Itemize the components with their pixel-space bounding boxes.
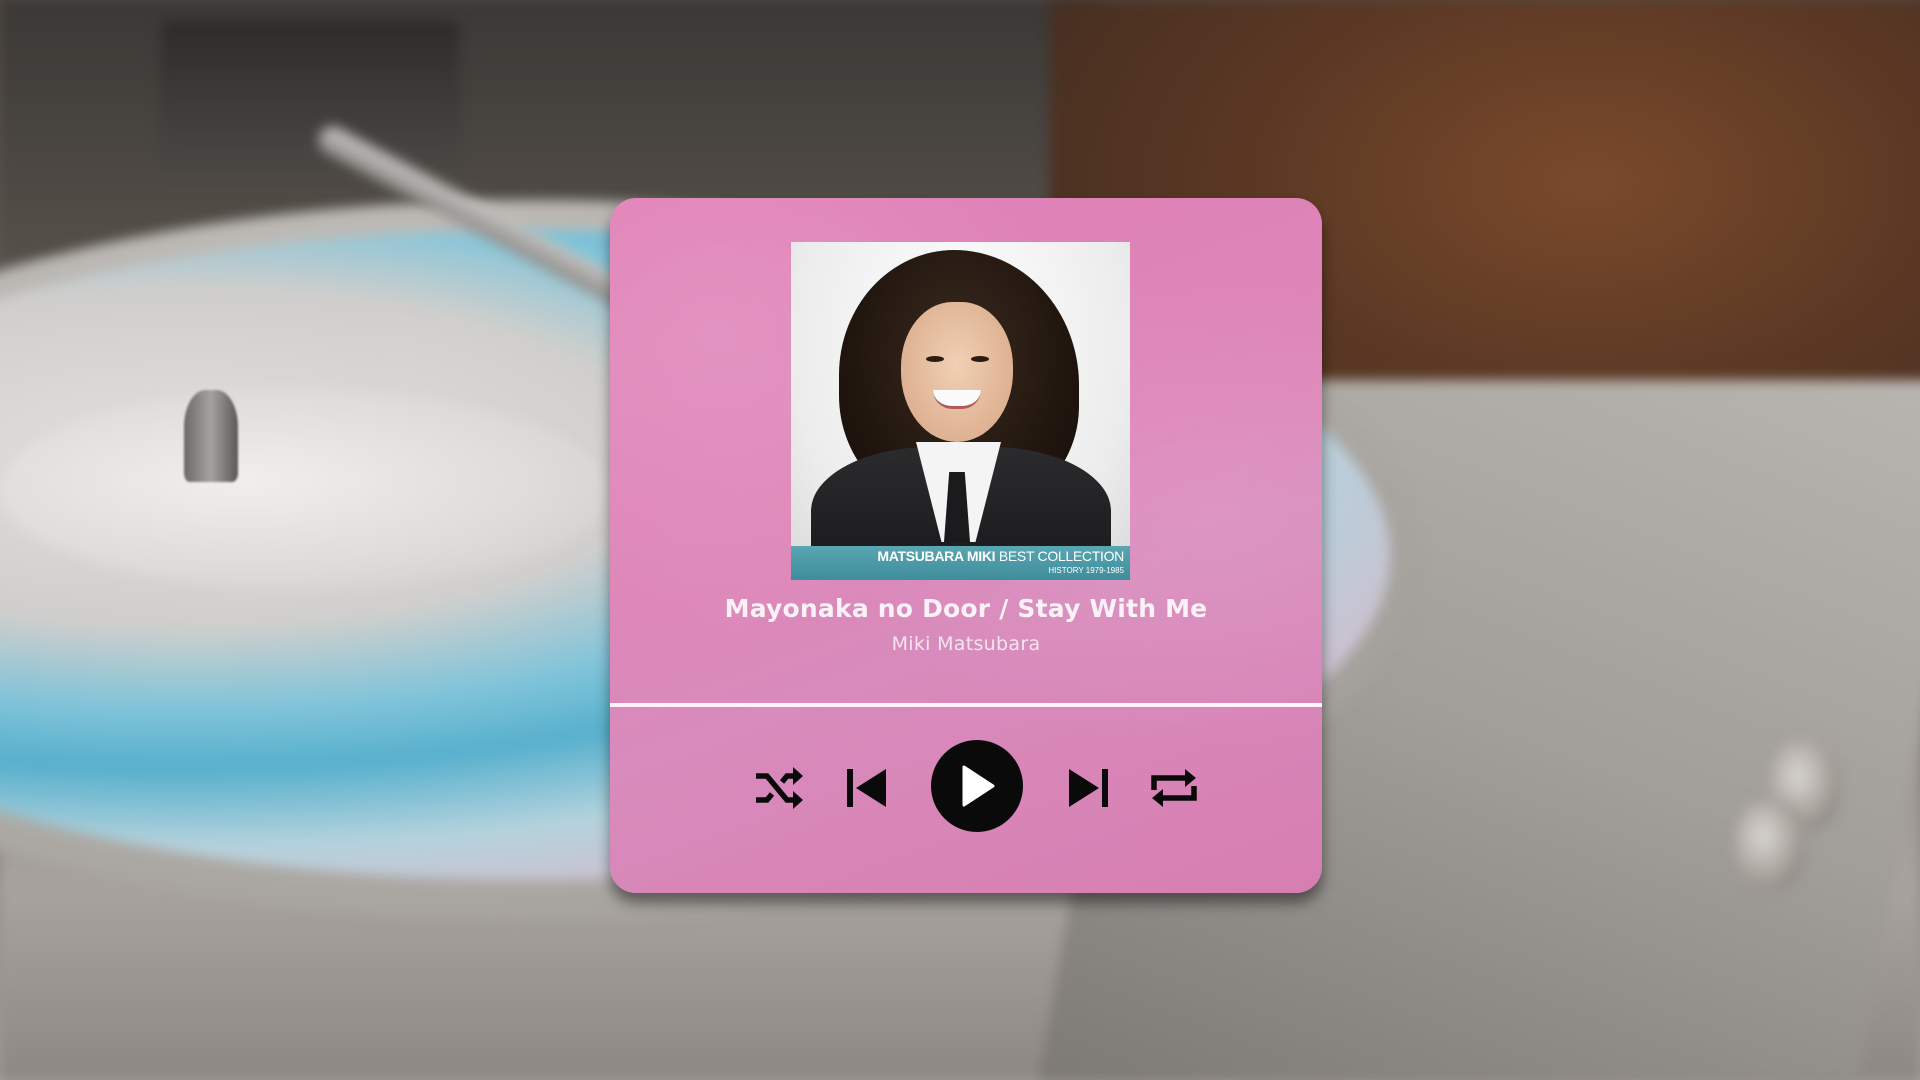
album-banner: MATSUBARA MIKI BEST COLLECTION HISTORY 1… (791, 546, 1130, 580)
background-spindle (184, 390, 238, 482)
shuffle-icon (753, 764, 805, 812)
skip-previous-icon (844, 764, 890, 812)
play-icon (957, 764, 997, 808)
progress-bar[interactable] (610, 703, 1322, 707)
music-player-card: MATSUBARA MIKI BEST COLLECTION HISTORY 1… (610, 198, 1322, 893)
song-title: Mayonaka no Door / Stay With Me (724, 594, 1208, 623)
previous-track-button[interactable] (844, 764, 890, 812)
shuffle-button[interactable] (753, 764, 805, 812)
progress-fill (610, 703, 1322, 707)
album-cover: MATSUBARA MIKI BEST COLLECTION HISTORY 1… (791, 242, 1130, 580)
playback-controls (610, 740, 1322, 834)
artist-name: Miki Matsubara (891, 633, 1041, 655)
album-banner-title: MATSUBARA MIKI BEST COLLECTION (877, 548, 1124, 564)
turntable-background: MATSUBARA MIKI BEST COLLECTION HISTORY 1… (0, 0, 1920, 1080)
background-record-label (0, 390, 610, 590)
next-track-button[interactable] (1065, 764, 1111, 812)
repeat-button[interactable] (1148, 762, 1200, 814)
play-button[interactable] (931, 740, 1023, 832)
repeat-icon (1148, 762, 1200, 814)
background-tonearm-base (160, 20, 460, 170)
skip-next-icon (1065, 764, 1111, 812)
album-banner-subtitle: HISTORY 1979-1985 (1048, 566, 1124, 575)
background-knob (1735, 800, 1805, 890)
